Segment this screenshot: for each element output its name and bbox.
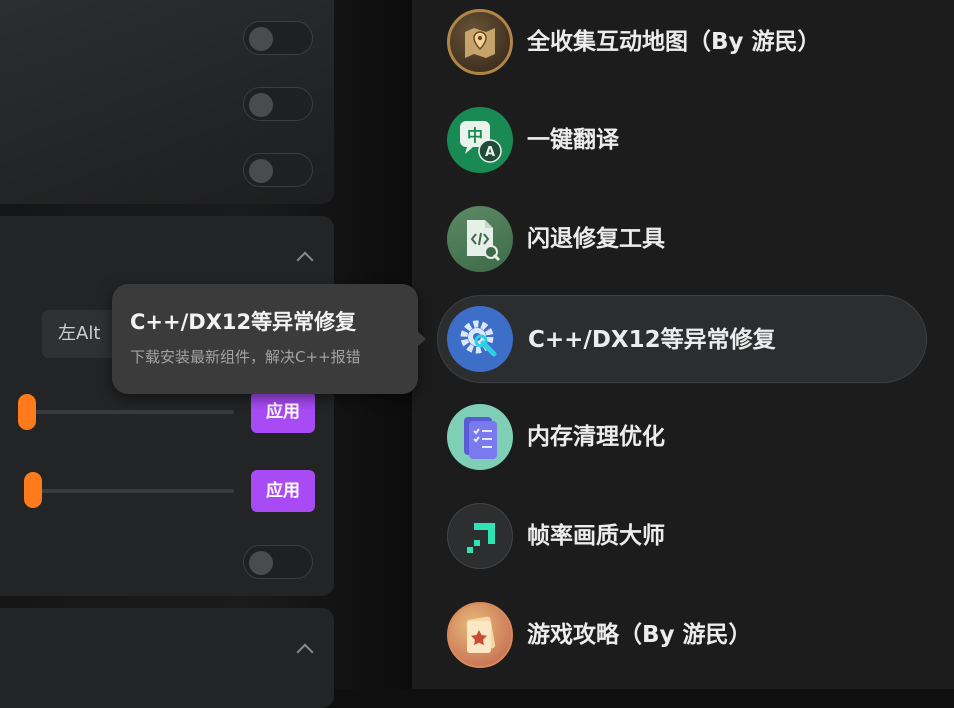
tooltip-subtitle: 下载安装最新组件，解决C++报错 — [130, 348, 361, 366]
svg-text:A: A — [485, 145, 495, 160]
tooltip-title: C++/DX12等异常修复 — [130, 310, 357, 334]
chevron-up-icon[interactable] — [296, 251, 314, 269]
menu-item-label: 一键翻译 — [527, 127, 619, 153]
menu-item-fps-master[interactable]: 帧率画质大师 — [437, 492, 927, 580]
memory-checklist-icon — [447, 404, 513, 470]
toggle-switch-1[interactable] — [243, 21, 313, 55]
tooltip: C++/DX12等异常修复 下载安装最新组件，解决C++报错 — [112, 284, 426, 394]
toggle-knob — [249, 551, 273, 575]
settings-card-top — [0, 0, 334, 204]
map-icon — [447, 9, 513, 75]
code-fix-icon — [447, 206, 513, 272]
toggle-switch-3[interactable] — [243, 153, 313, 187]
menu-item-label: 内存清理优化 — [527, 424, 665, 450]
settings-card-middle: 应用 应用 — [0, 216, 334, 596]
menu-item-crash-fix[interactable]: 闪退修复工具 — [437, 195, 927, 283]
menu-item-label: 闪退修复工具 — [527, 226, 665, 252]
toggle-knob — [249, 93, 273, 117]
slider-track-1[interactable] — [18, 410, 234, 414]
toggle-switch-2[interactable] — [243, 87, 313, 121]
slider-thumb-2[interactable] — [24, 472, 42, 508]
menu-item-label: C++/DX12等异常修复 — [528, 327, 776, 353]
menu-item-label: 游戏攻略（By 游民） — [527, 622, 752, 648]
slider-thumb-1[interactable] — [18, 394, 36, 430]
menu-item-memory-clean[interactable]: 内存清理优化 — [437, 393, 927, 481]
menu-item-translate[interactable]: 中 A 一键翻译 — [437, 96, 927, 184]
guide-card-icon — [447, 602, 513, 668]
menu-item-label: 全收集互动地图（By 游民） — [527, 29, 821, 55]
chevron-up-icon[interactable] — [296, 643, 314, 661]
apply-button-2[interactable]: 应用 — [251, 470, 315, 512]
menu-item-cpp-dx12-fix[interactable]: C++/DX12等异常修复 — [437, 295, 927, 383]
toggle-switch-4[interactable] — [243, 545, 313, 579]
svg-text:中: 中 — [467, 126, 483, 145]
slider-track-2[interactable] — [24, 489, 234, 493]
apply-button-1[interactable]: 应用 — [251, 391, 315, 433]
toggle-knob — [249, 27, 273, 51]
menu-item-game-guide[interactable]: 游戏攻略（By 游民） — [437, 591, 927, 679]
settings-card-bottom — [0, 608, 334, 708]
translate-icon: 中 A — [447, 107, 513, 173]
hotkey-field[interactable]: 左Alt — [42, 310, 122, 358]
toggle-knob — [249, 159, 273, 183]
menu-item-label: 帧率画质大师 — [527, 523, 665, 549]
gear-wrench-icon — [447, 306, 513, 372]
fps-icon — [447, 503, 513, 569]
menu-item-map[interactable]: 全收集互动地图（By 游民） — [437, 0, 927, 86]
